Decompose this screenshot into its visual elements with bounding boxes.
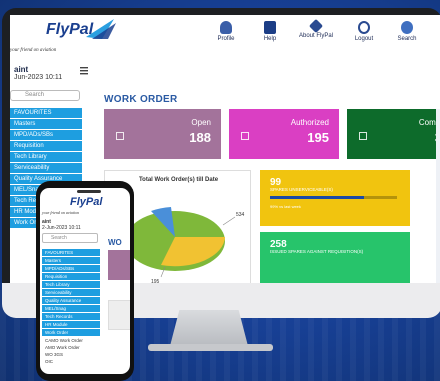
phone-notch [77,190,101,193]
help-book-icon [264,21,276,34]
globe-search-icon [401,21,413,34]
app-header: FlyPal your friend on aviation Profile H… [10,15,440,55]
phone-item-tech-records[interactable]: Tech Records [42,313,100,320]
monitor-stand-neck [170,310,248,346]
sidebar-item-mpd[interactable]: MPD/ADs/SBs [10,130,82,140]
checkbox-icon [359,132,367,140]
card-open-label: Open [191,118,211,127]
sidebar-item-favourites[interactable]: FAVOURITES [10,108,82,118]
logo-wing-icon [86,19,116,39]
nav-profile[interactable]: Profile [204,21,248,42]
phone-item-work-order[interactable]: Work Order [42,329,100,336]
pie-label-a: 534 [236,212,245,218]
phone-item-mel[interactable]: MEL/Snag [42,305,100,312]
stat-spares-progress-fill [270,196,364,199]
sidebar-item-tech-library[interactable]: Tech Library [10,152,82,162]
phone-app-logo[interactable]: FlyPal [70,196,102,208]
sidebar-user: aint Jun-2023 10:11 [10,65,88,81]
nav-search-label: Search [397,36,417,42]
sidebar-datetime: Jun-2023 10:11 [14,74,63,81]
nav-search[interactable]: Search [385,21,429,42]
phone-item-tech-library[interactable]: Tech Library [42,281,100,288]
phone-item-hr[interactable]: HR Module [42,321,100,328]
power-icon [358,21,370,34]
profile-icon [220,21,232,34]
phone-tagline: your friend on aviation [42,210,79,215]
card-open-value: 188 [189,130,211,145]
app-tagline: your friend on aviation [10,48,57,53]
sidebar-item-requisition[interactable]: Requisition [10,141,82,151]
phone-item-favourites[interactable]: FAVOURITES [42,249,100,256]
phone-card-open[interactable] [108,250,130,280]
stat-spares-unserviceable[interactable]: 99 SPARES UNSERVICEABLE(S) 99% vs last w… [260,170,410,226]
card-authorized-value: 195 [307,130,329,145]
phone-search-input[interactable]: Search [42,233,98,243]
checkbox-icon [116,132,124,140]
nav-logout[interactable]: Logout [342,21,386,42]
nav-help-label: Help [263,36,277,42]
card-authorized-label: Authorized [290,118,329,127]
phone-subitem-oic[interactable]: OIC [42,358,100,365]
phone-subitem-wo[interactable]: WO 3GS [42,351,100,358]
nav-help[interactable]: Help [248,21,292,42]
nav-about-label: About FlyPal [298,33,334,39]
sidebar-username: aint [14,65,29,74]
phone-screen: FlyPal your friend on aviation aint 2-Ju… [40,188,130,374]
stat-spares-subtext: 99% vs last week [270,204,301,209]
phone-item-quality[interactable]: Quality Assurance [42,297,100,304]
right-panel-edge [436,109,440,283]
nav-profile-label: Profile [217,36,235,42]
hamburger-icon[interactable] [80,67,88,75]
phone-datetime: 2-Jun-2023 10:11 [42,225,81,231]
phone-subitem-amo[interactable]: AMO Work Order [42,344,100,351]
nav-logout-label: Logout [354,36,374,42]
about-plane-icon [308,18,324,34]
sidebar-item-serviceability[interactable]: Serviceability [10,163,82,173]
phone-subitem-camo[interactable]: CAMO Work Order [42,337,100,344]
sidebar-search-input[interactable]: Search [10,90,80,101]
phone-sidebar-menu: FAVOURITES Masters MPD/ADs/SBs Requisiti… [42,249,100,365]
card-open[interactable]: Open 188 [104,109,221,159]
phone-user: aint 2-Jun-2023 10:11 [42,219,81,231]
phone-item-requisition[interactable]: Requisition [42,273,100,280]
phone-chart-card [108,300,130,330]
phone-item-serviceability[interactable]: Serviceability [42,289,100,296]
phone-item-masters[interactable]: Masters [42,257,100,264]
phone-item-mpd[interactable]: MPD/ADs/SBs [42,265,100,272]
nav-about[interactable]: About FlyPal [294,18,338,39]
checkbox-icon [241,132,249,140]
monitor-stand-base [148,344,273,351]
stat-spares-progress [270,196,397,199]
sidebar-item-masters[interactable]: Masters [10,119,82,129]
stat-spares-caption: SPARES UNSERVICEABLE(S) [270,187,333,192]
card-completed[interactable]: Compl 3 [347,109,440,159]
phone: FlyPal your friend on aviation aint 2-Ju… [36,181,134,381]
phone-page-title: WO [108,238,122,247]
stat-issued-spares[interactable]: 258 ISSUED SPARES AGAINST REQUISITION(S) [260,232,410,283]
stat-issued-caption: ISSUED SPARES AGAINST REQUISITION(S) [270,249,364,254]
page-title: WORK ORDER [104,94,178,105]
card-authorized[interactable]: Authorized 195 [229,109,339,159]
